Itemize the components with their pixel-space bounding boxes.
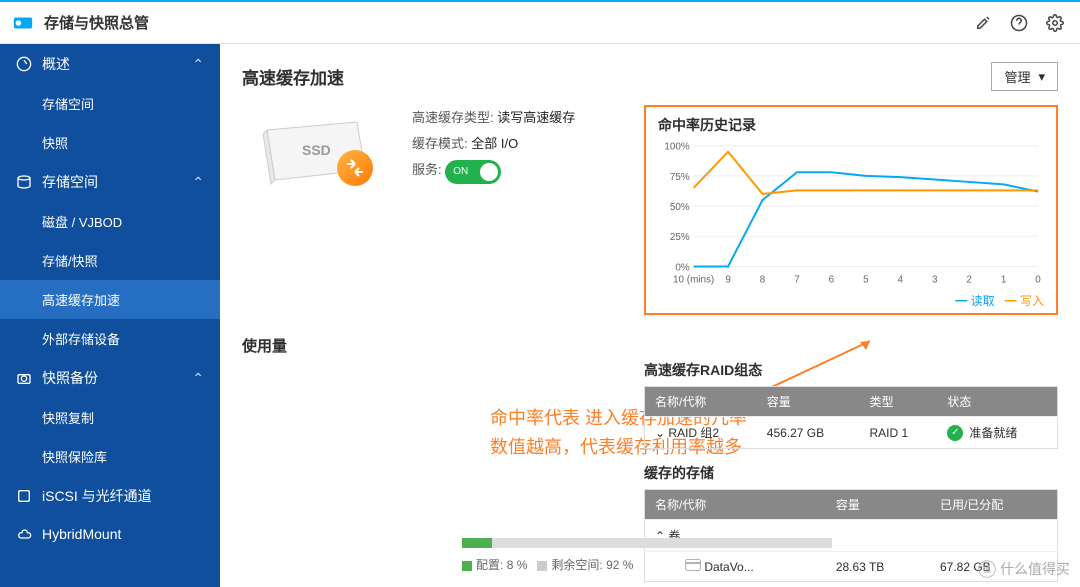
watermark: 值 什么值得买 [978,559,1070,579]
chevron-up-icon: ⌃ [192,174,204,191]
sidebar-item-storage-snapshot[interactable]: 存储/快照 [0,241,220,280]
table-row[interactable]: ⌄ RAID 组2 456.27 GB RAID 1 ✓准备就绪 [645,417,1058,449]
settings-icon[interactable] [1042,10,1068,36]
titlebar: 存储与快照总管 [0,0,1080,44]
svg-text:75%: 75% [670,172,690,183]
chevron-down-icon: ▾ [1038,69,1045,85]
svg-text:0: 0 [1035,274,1041,285]
sidebar-item-external[interactable]: 外部存储设备 [0,319,220,358]
sidebar-item-iscsi[interactable]: iSCSI 与光纤通道 [0,476,220,516]
chevron-up-icon: ⌃ [192,370,204,387]
svg-text:25%: 25% [670,232,690,243]
gauge-icon [16,56,32,72]
tools-icon[interactable] [970,10,996,36]
raid-table: 名称/代称容量类型状态 ⌄ RAID 组2 456.27 GB RAID 1 ✓… [644,386,1058,449]
sidebar-item-storage[interactable]: 存储空间 ⌃ [0,162,220,202]
svg-text:1: 1 [1001,274,1007,285]
help-icon[interactable] [1006,10,1032,36]
svg-text:SSD: SSD [302,142,331,158]
status-badge: ✓准备就绪 [947,424,1017,441]
camera-icon [16,370,32,386]
svg-text:100%: 100% [664,142,689,153]
sidebar-item-overview-storage[interactable]: 存储空间 [0,84,220,123]
chevron-up-icon: ⌃ [192,56,204,73]
svg-text:4: 4 [898,274,904,285]
sidebar-item-label: 概述 [42,54,70,74]
sidebar-item-overview-snapshot[interactable]: 快照 [0,123,220,162]
cloud-icon [16,526,32,542]
hitrate-chart: 命中率历史记录 0% 25% 50% 75% 100% 10 (mins) 9 8 7 6 5 4 3 2… [644,105,1058,315]
svg-text:6: 6 [829,274,835,285]
svg-text:3: 3 [932,274,938,285]
sidebar-item-disks[interactable]: 磁盘 / VJBOD [0,202,220,241]
svg-text:2: 2 [966,274,972,285]
app-title: 存储与快照总管 [44,12,149,33]
cached-section-title: 缓存的存储 [644,463,1058,483]
network-icon [16,488,32,504]
chart-title: 命中率历史记录 [658,115,1044,135]
used-pct: 8 % [507,558,528,572]
svg-text:7: 7 [794,274,800,285]
sidebar-item-overview[interactable]: 概述 ⌃ [0,44,220,84]
svg-text:0%: 0% [675,262,689,273]
app-icon [12,12,34,34]
sidebar-item-cache-accel[interactable]: 高速缓存加速 [0,280,220,319]
svg-text:值: 值 [983,564,991,574]
svg-text:10 (mins): 10 (mins) [673,274,714,285]
check-icon: ✓ [947,425,963,441]
sidebar-item-snapshot-copy[interactable]: 快照复制 [0,398,220,437]
raid-section-title: 高速缓存RAID组态 [644,360,1058,380]
sidebar-item-label: 快照备份 [42,368,98,388]
manage-button[interactable]: 管理 ▾ [991,62,1058,91]
usage-title: 使用量 [242,335,1058,356]
sidebar: 概述 ⌃ 存储空间 快照 存储空间 ⌃ 磁盘 / VJBOD 存储/快照 高速缓… [0,44,220,587]
svg-text:50%: 50% [670,202,690,213]
service-toggle[interactable]: ON [445,160,501,184]
ssd-icon: SSD [242,105,392,205]
usage-bar: 配置: 8 % 剩余空间: 92 % [462,538,832,573]
svg-text:8: 8 [760,274,766,285]
cache-mode-value: 全部 I/O [471,136,518,151]
main-content: 高速缓存加速 管理 ▾ SSD [220,44,1080,587]
sidebar-item-label: HybridMount [42,526,121,542]
sidebar-item-hybridmount[interactable]: HybridMount [0,516,220,552]
sidebar-item-label: 存储空间 [42,172,98,192]
cache-summary: SSD 高速缓存类型: 读写高速缓存 缓存模式: 全部 I/O 服务: ON [242,105,575,315]
svg-text:5: 5 [863,274,869,285]
sidebar-item-snapshot-backup[interactable]: 快照备份 ⌃ [0,358,220,398]
svg-text:9: 9 [725,274,731,285]
sidebar-item-label: iSCSI 与光纤通道 [42,486,152,506]
free-pct: 92 % [606,558,633,572]
cache-type-value: 读写高速缓存 [497,110,575,125]
sidebar-item-snapshot-vault[interactable]: 快照保险库 [0,437,220,476]
chart-legend: ━ 读取 ━ 写入 [658,292,1044,309]
watermark-icon: 值 [978,560,996,578]
disk-icon [16,174,32,190]
page-title: 高速缓存加速 [242,64,344,89]
chevron-down-icon: ⌄ [655,426,665,440]
chart-canvas: 0% 25% 50% 75% 100% 10 (mins) 9 8 7 6 5 4 3 2 1 0 [658,139,1044,289]
